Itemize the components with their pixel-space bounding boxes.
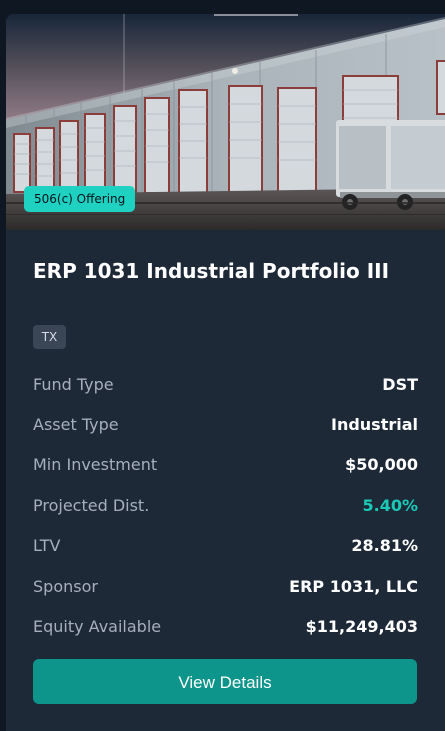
- detail-value: ERP 1031, LLC: [289, 576, 418, 596]
- detail-label: Asset Type: [33, 415, 119, 435]
- detail-label: Projected Dist.: [33, 495, 150, 515]
- detail-row-asset-type: Asset Type Industrial: [33, 404, 418, 444]
- detail-label: LTV: [33, 536, 61, 556]
- detail-row-equity-available: Equity Available $11,249,403: [33, 606, 418, 646]
- detail-row-projected-dist: Projected Dist. 5.40%: [33, 485, 418, 525]
- property-title: ERP 1031 Industrial Portfolio III: [33, 259, 390, 283]
- detail-row-min-investment: Min Investment $50,000: [33, 445, 418, 485]
- detail-label: Min Investment: [33, 455, 158, 475]
- detail-value: 28.81%: [351, 536, 418, 556]
- details-list: Fund Type DST Asset Type Industrial Min …: [33, 364, 418, 647]
- card-body: ERP 1031 Industrial Portfolio III TX Fun…: [6, 230, 445, 704]
- page: 506(c) Offering ERP 1031 Industrial Port…: [0, 0, 445, 731]
- state-tag: TX: [33, 325, 66, 349]
- detail-label: Fund Type: [33, 374, 114, 394]
- view-details-button[interactable]: View Details: [33, 658, 417, 704]
- detail-label: Sponsor: [33, 576, 98, 596]
- property-card[interactable]: 506(c) Offering ERP 1031 Industrial Port…: [6, 14, 445, 731]
- detail-row-sponsor: Sponsor ERP 1031, LLC: [33, 566, 418, 606]
- detail-row-ltv: LTV 28.81%: [33, 526, 418, 566]
- detail-value: $50,000: [345, 455, 418, 475]
- property-image[interactable]: 506(c) Offering: [6, 14, 445, 230]
- detail-label: Equity Available: [33, 617, 162, 637]
- detail-value: DST: [382, 374, 418, 394]
- detail-value: 5.40%: [362, 495, 418, 515]
- offering-badge: 506(c) Offering: [24, 186, 136, 212]
- detail-row-fund-type: Fund Type DST: [33, 364, 418, 404]
- detail-value: Industrial: [330, 415, 418, 435]
- detail-value: $11,249,403: [305, 617, 418, 637]
